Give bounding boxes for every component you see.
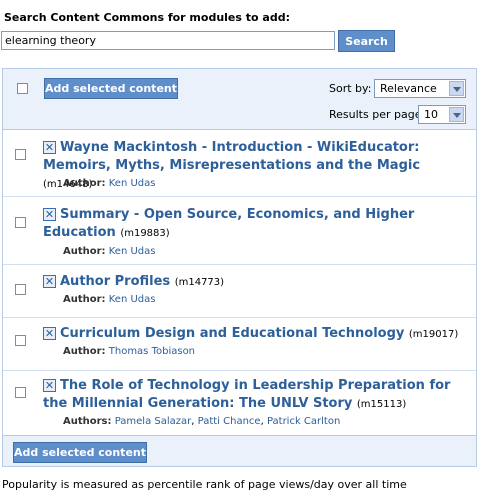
result-checkbox[interactable] xyxy=(15,217,26,228)
author-line: Author: Ken Udas xyxy=(63,178,155,189)
author-link[interactable]: Ken Udas xyxy=(109,246,156,257)
result-title-text[interactable]: Summary - Open Source, Economics, and Hi… xyxy=(43,207,414,240)
author-label: Authors: xyxy=(63,416,112,427)
results-per-page-label: Results per page: xyxy=(329,108,426,121)
module-x-icon: ✕ xyxy=(43,208,56,221)
sort-select-value: Relevance xyxy=(380,82,437,95)
add-selected-button-top[interactable]: Add selected content xyxy=(44,78,178,99)
results-footer-bar: Add selected content xyxy=(3,435,476,466)
module-x-icon: ✕ xyxy=(43,379,56,392)
result-row: ✕ Wayne Mackintosh - Introduction - WikiE… xyxy=(3,130,476,197)
search-heading: Search Content Commons for modules to ad… xyxy=(4,11,290,24)
module-id: (m15113) xyxy=(356,399,407,410)
module-id: (m19017) xyxy=(408,329,459,340)
search-input[interactable]: elearning theory xyxy=(1,31,335,50)
result-title-text[interactable]: Wayne Mackintosh - Introduction - WikiEd… xyxy=(43,140,420,173)
result-title[interactable]: ✕ Curriculum Design and Educational Techn… xyxy=(43,325,468,344)
author-label: Author: xyxy=(63,346,106,357)
result-title[interactable]: ✕ The Role of Technology in Leadership Pr… xyxy=(43,377,468,414)
author-link[interactable]: Patti Chance xyxy=(198,416,261,427)
result-row: ✕ Curriculum Design and Educational Techn… xyxy=(3,318,476,371)
author-label: Author: xyxy=(63,178,106,189)
chevron-down-icon[interactable] xyxy=(449,107,464,122)
result-row: ✕ The Role of Technology in Leadership Pr… xyxy=(3,371,476,436)
popularity-footnote: Popularity is measured as percentile ran… xyxy=(2,478,407,491)
result-row: ✕ Author Profiles (m14773) Author: Ken Ud… xyxy=(3,265,476,318)
result-title[interactable]: ✕ Author Profiles (m14773) xyxy=(43,273,468,292)
results-toolbar: Add selected content Sort by: Relevance … xyxy=(3,69,476,130)
results-panel: Add selected content Sort by: Relevance … xyxy=(2,68,477,467)
author-link[interactable]: Thomas Tobiason xyxy=(109,346,195,357)
sort-select[interactable]: Relevance xyxy=(374,79,466,98)
chevron-down-icon[interactable] xyxy=(449,81,464,96)
author-link[interactable]: Ken Udas xyxy=(109,294,156,305)
rpp-select-value: 10 xyxy=(424,108,438,121)
select-all-checkbox[interactable] xyxy=(17,83,28,94)
result-title-text[interactable]: Curriculum Design and Educational Techno… xyxy=(60,326,404,341)
result-checkbox[interactable] xyxy=(15,387,26,398)
results-per-page-select[interactable]: 10 xyxy=(418,105,466,124)
result-title-text[interactable]: Author Profiles xyxy=(60,274,170,289)
search-button[interactable]: Search xyxy=(338,30,395,52)
result-row: ✕ Summary - Open Source, Economics, and H… xyxy=(3,197,476,265)
author-line: Author: Ken Udas xyxy=(63,246,155,257)
author-line: Authors: Pamela Salazar, Patti Chance, P… xyxy=(63,416,341,427)
author-label: Author: xyxy=(63,246,106,257)
author-link[interactable]: Patrick Carlton xyxy=(267,416,340,427)
author-link[interactable]: Pamela Salazar xyxy=(115,416,192,427)
result-title[interactable]: ✕ Summary - Open Source, Economics, and H… xyxy=(43,206,468,243)
author-label: Author: xyxy=(63,294,106,305)
module-x-icon: ✕ xyxy=(43,141,56,154)
result-checkbox[interactable] xyxy=(15,149,26,160)
module-id: (m19883) xyxy=(120,228,170,239)
author-line: Author: Ken Udas xyxy=(63,294,155,305)
result-checkbox[interactable] xyxy=(15,284,26,295)
result-checkbox[interactable] xyxy=(15,335,26,346)
sort-label: Sort by: xyxy=(329,82,372,95)
add-selected-button-bottom[interactable]: Add selected content xyxy=(13,442,147,463)
module-id: (m14773) xyxy=(174,277,225,288)
module-x-icon: ✕ xyxy=(43,275,56,288)
module-x-icon: ✕ xyxy=(43,327,56,340)
author-line: Author: Thomas Tobiason xyxy=(63,346,195,357)
author-link[interactable]: Ken Udas xyxy=(109,178,156,189)
